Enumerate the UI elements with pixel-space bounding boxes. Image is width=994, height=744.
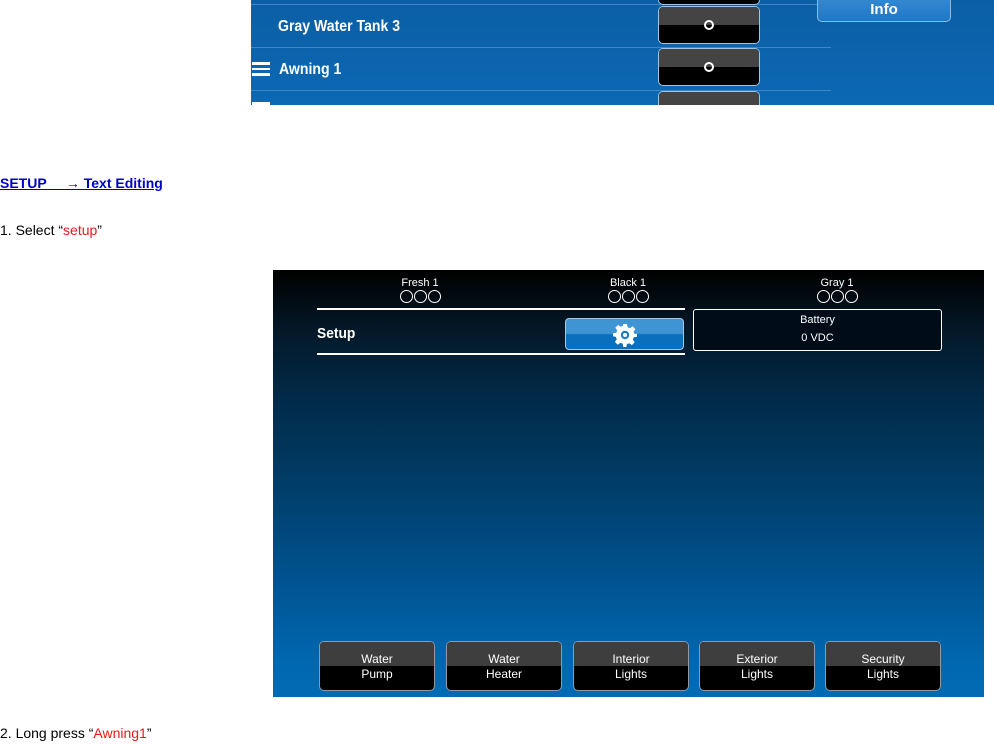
step-1-suffix: ” xyxy=(97,222,102,238)
button-line-1: Security xyxy=(826,642,940,666)
tank-indicator-black-1: Black 1 xyxy=(588,277,668,303)
button-line-1: Exterior xyxy=(700,642,814,666)
button-line-2: Lights xyxy=(614,667,648,681)
divider-bottom xyxy=(317,353,685,355)
top-screenshot-crop: Gray Water Tank 3 Awning 1 Info xyxy=(251,0,994,105)
tank-indicator-fresh-1: Fresh 1 xyxy=(380,277,460,303)
button-line-2: Lights xyxy=(740,667,774,681)
step-2-prefix: 2. Long press “ xyxy=(0,725,94,741)
battery-label: Battery xyxy=(800,314,835,326)
divider-top xyxy=(317,308,685,310)
section-heading-link[interactable]: SETUP → Text Editing xyxy=(0,175,163,191)
menu-icon[interactable] xyxy=(252,62,270,76)
step-1-highlight: setup xyxy=(63,222,98,238)
button-line-1: Interior xyxy=(574,642,688,666)
step-1-text: 1. Select “setup” xyxy=(0,222,102,238)
row-label: Awning 1 xyxy=(279,61,342,78)
step-2-suffix: ” xyxy=(146,725,152,741)
toggle-button-partial-bottom[interactable] xyxy=(658,91,760,105)
row-label: Gray Water Tank 3 xyxy=(278,18,401,35)
step-1-prefix: 1. Select “ xyxy=(0,222,64,238)
tank-level-circles xyxy=(380,290,460,303)
step-2-text: 2. Long press “Awning1” xyxy=(0,725,152,741)
water-heater-button[interactable]: Water Heater xyxy=(446,641,562,691)
tank-name: Gray 1 xyxy=(820,277,854,289)
gear-icon xyxy=(613,324,637,347)
setup-button[interactable] xyxy=(565,318,684,350)
info-button[interactable]: Info xyxy=(817,0,951,22)
circle-indicator-icon xyxy=(704,62,714,72)
tank-name: Black 1 xyxy=(609,277,647,289)
tank-level-circles xyxy=(588,290,668,303)
main-screenshot: Fresh 1 Black 1 Gray 1 Setup Battery 0 V… xyxy=(273,270,984,697)
security-lights-button[interactable]: Security Lights xyxy=(825,641,941,691)
toggle-button-gray-water-tank-3[interactable] xyxy=(658,6,760,44)
interior-lights-button[interactable]: Interior Lights xyxy=(573,641,689,691)
battery-panel: Battery 0 VDC xyxy=(693,309,942,351)
toggle-button-awning-1[interactable] xyxy=(658,48,760,86)
button-line-1: Water xyxy=(320,642,434,666)
tank-level-circles xyxy=(797,290,877,303)
tank-name: Fresh 1 xyxy=(401,277,439,289)
step-2-highlight: Awning1 xyxy=(93,725,147,741)
circle-indicator-icon xyxy=(704,20,714,30)
button-line-1: Water xyxy=(447,642,561,666)
setup-label[interactable]: Setup xyxy=(317,325,355,342)
water-pump-button[interactable]: Water Pump xyxy=(319,641,435,691)
button-line-2: Pump xyxy=(361,667,393,681)
button-line-2: Heater xyxy=(485,667,523,681)
tank-indicator-gray-1: Gray 1 xyxy=(797,277,877,303)
button-line-2: Lights xyxy=(866,667,900,681)
exterior-lights-button[interactable]: Exterior Lights xyxy=(699,641,815,691)
menu-icon xyxy=(252,102,270,105)
battery-value: 0 VDC xyxy=(801,332,834,344)
